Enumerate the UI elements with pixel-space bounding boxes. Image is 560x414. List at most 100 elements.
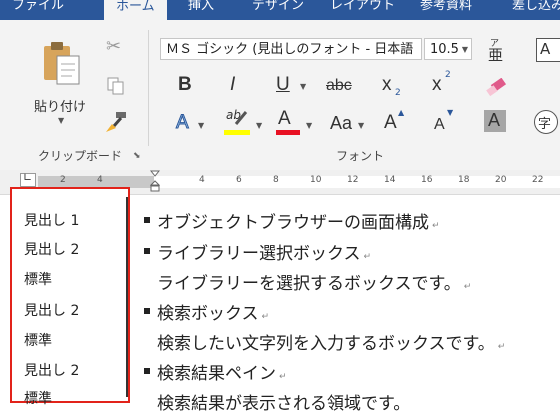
line-text: オブジェクトブラウザーの画面構成 bbox=[157, 213, 429, 233]
grow-font-button[interactable]: A ▲ bbox=[384, 108, 408, 136]
chevron-down-icon[interactable]: ▼ bbox=[306, 121, 312, 130]
phonetic-guide-button[interactable]: ア 亜 bbox=[488, 36, 512, 64]
ruler-tick-label: 12 bbox=[347, 175, 359, 185]
enclosed-character-icon: 字 bbox=[538, 117, 552, 132]
grow-font-letter: A bbox=[384, 112, 397, 133]
line-text: 検索ボックス bbox=[157, 304, 259, 324]
bullet bbox=[144, 368, 150, 374]
underline-button[interactable]: U bbox=[276, 74, 290, 96]
document-line[interactable]: ライブラリー選択ボックス ↵ bbox=[157, 239, 371, 264]
cut-icon[interactable]: ✂ bbox=[106, 36, 121, 57]
tab-design[interactable]: デザイン bbox=[252, 0, 304, 18]
document-line[interactable]: ライブラリーを選択するボックスです。 ↵ bbox=[157, 269, 471, 294]
paragraph-mark: ↵ bbox=[432, 221, 440, 231]
document-line[interactable]: 検索結果ペイン ↵ bbox=[157, 359, 287, 384]
highlight-color-bar bbox=[224, 130, 250, 135]
ruler-tick-label: 6 bbox=[236, 175, 242, 185]
enclosed-character-button[interactable]: 字 bbox=[534, 110, 558, 134]
chevron-down-icon[interactable]: ▼ bbox=[358, 121, 364, 130]
nav-item[interactable]: 標準 bbox=[24, 388, 52, 408]
group-separator bbox=[148, 30, 149, 146]
character-shading-letter: A bbox=[488, 110, 501, 130]
subscript-mark: 2 bbox=[395, 88, 401, 98]
text-effects-button[interactable]: A bbox=[176, 112, 190, 134]
nav-item[interactable]: 見出し 2 bbox=[24, 360, 79, 380]
line-text: 検索結果が表示される領域です。 bbox=[157, 394, 411, 414]
triangle-up-icon: ▲ bbox=[398, 108, 405, 117]
tab-home[interactable]: ホーム bbox=[104, 0, 167, 20]
strikethrough-button[interactable]: abc bbox=[326, 75, 352, 97]
tab-insert[interactable]: 挿入 bbox=[188, 0, 214, 18]
tab-file[interactable]: ファイル bbox=[12, 0, 64, 18]
line-text: 検索したい文字列を入力するボックスです。 bbox=[157, 334, 495, 354]
document-line[interactable]: オブジェクトブラウザーの画面構成 ↵ bbox=[157, 208, 440, 233]
italic-button[interactable]: I bbox=[230, 74, 235, 96]
copy-icon[interactable] bbox=[106, 76, 126, 96]
font-name-value: ＭＳ ゴシック (見出しのフォント - 日本語 bbox=[166, 42, 414, 57]
font-size-combo[interactable]: 10.5 ▼ bbox=[424, 38, 472, 60]
shrink-font-letter: A bbox=[434, 116, 445, 133]
font-size-value: 10.5 bbox=[430, 42, 459, 57]
paragraph-mark: ↵ bbox=[363, 252, 372, 262]
nav-item[interactable]: 見出し 2 bbox=[24, 300, 79, 320]
document-line[interactable]: 検索したい文字列を入力するボックスです。 ↵ bbox=[157, 329, 505, 354]
tab-layout[interactable]: レイアウト bbox=[330, 0, 395, 18]
paste-label: 貼り付け bbox=[34, 100, 87, 115]
document-line[interactable]: 検索ボックス ↵ bbox=[157, 299, 269, 324]
navigation-pane-style-area: 見出し 1 見出し 2 標準 見出し 2 標準 見出し 2 標準 bbox=[10, 187, 130, 407]
ruler-tick-label: 16 bbox=[421, 175, 433, 185]
tab-mailings[interactable]: 差し込み bbox=[512, 0, 560, 18]
highlighter-pen-icon bbox=[234, 111, 248, 125]
ruler-tick-label: 10 bbox=[310, 175, 322, 185]
document-line[interactable]: 検索結果が表示される領域です。 bbox=[157, 389, 410, 414]
chevron-down-icon: ▼ bbox=[461, 45, 468, 54]
ruler-tick-label: 8 bbox=[273, 175, 279, 185]
enclose-characters-button[interactable]: A bbox=[536, 38, 560, 62]
paste-icon bbox=[44, 42, 80, 85]
nav-item[interactable]: 標準 bbox=[24, 269, 52, 289]
shrink-font-button[interactable]: A ▼ bbox=[434, 108, 458, 136]
font-color-letter: A bbox=[278, 108, 291, 129]
style-area-divider[interactable] bbox=[126, 197, 128, 397]
ribbon-home: 貼り付け ▼ ✂ クリップボード ⬊ ＭＳ ゴシック (見出しのフォント - 日… bbox=[0, 20, 560, 171]
font-name-combo[interactable]: ＭＳ ゴシック (見出しのフォント - 日本語 bbox=[160, 38, 422, 60]
clipboard-group-label: クリップボード bbox=[38, 149, 123, 163]
ruler-tick-label: 4 bbox=[97, 175, 103, 185]
highlight-button[interactable]: ab bbox=[224, 108, 252, 138]
ruler-tick-label: 2 bbox=[60, 175, 66, 185]
ruler-tick-label: 18 bbox=[458, 175, 470, 185]
paragraph-mark: ↵ bbox=[279, 372, 287, 382]
dialog-launcher-icon[interactable]: ⬊ bbox=[133, 151, 141, 161]
superscript-button[interactable]: x 2 bbox=[432, 70, 456, 100]
chevron-down-icon[interactable]: ▼ bbox=[300, 82, 306, 91]
ribbon-tab-bar: ファイル ホーム 挿入 デザイン レイアウト 参考資料 差し込み bbox=[0, 0, 560, 20]
font-color-button[interactable]: A bbox=[276, 108, 302, 138]
bullet bbox=[144, 248, 150, 254]
font-color-bar bbox=[276, 130, 300, 135]
paragraph-mark: ↵ bbox=[497, 342, 506, 352]
nav-item[interactable]: 見出し 1 bbox=[24, 210, 79, 230]
tab-selector[interactable]: ∟ bbox=[20, 171, 36, 187]
ruler-tick-label: 22 bbox=[532, 175, 544, 185]
bullet bbox=[144, 217, 150, 223]
chevron-down-icon[interactable]: ▼ bbox=[198, 121, 204, 130]
character-shading-button[interactable]: A bbox=[484, 110, 506, 132]
superscript-x: x bbox=[432, 74, 442, 95]
ruler-tick-label: 14 bbox=[384, 175, 396, 185]
ruler-tick-label: 4 bbox=[199, 175, 205, 185]
change-case-button[interactable]: Aa bbox=[330, 112, 352, 134]
bold-button[interactable]: B bbox=[178, 74, 192, 96]
paste-button[interactable]: 貼り付け ▼ bbox=[30, 40, 90, 150]
subscript-button[interactable]: x 2 bbox=[382, 74, 406, 100]
nav-item[interactable]: 標準 bbox=[24, 330, 52, 350]
triangle-down-icon: ▼ bbox=[447, 108, 454, 117]
clear-formatting-icon[interactable] bbox=[484, 78, 508, 98]
enclose-characters-icon: A bbox=[540, 40, 551, 58]
chevron-down-icon[interactable]: ▼ bbox=[256, 121, 262, 130]
nav-item[interactable]: 見出し 2 bbox=[24, 239, 79, 259]
line-text: ライブラリー選択ボックス bbox=[157, 244, 361, 264]
tab-references[interactable]: 参考資料 bbox=[420, 0, 472, 18]
paragraph-mark: ↵ bbox=[463, 282, 472, 292]
phonetic-guide-icon: 亜 bbox=[488, 46, 504, 64]
format-painter-icon[interactable] bbox=[104, 110, 130, 134]
